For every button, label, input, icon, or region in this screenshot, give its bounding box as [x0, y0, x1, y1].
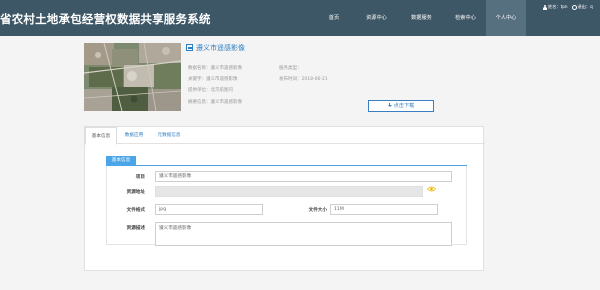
- top-header: 省农村土地承包经营权数据共享服务系统 首页 资源中心 数据服务 检索中心 个人中…: [0, 0, 600, 36]
- meta-keywords: 关键字：遵义市遥感影像: [188, 77, 238, 82]
- download-button[interactable]: 点击下载: [368, 100, 434, 112]
- resource-title: 遵义市遥感影像: [196, 44, 245, 52]
- tab-data-application[interactable]: 数据应用: [121, 127, 147, 144]
- user-name[interactable]: 姓名：tpn: [548, 4, 568, 10]
- project-label: 项目: [135, 175, 145, 180]
- size-label: 文件大小: [308, 208, 327, 213]
- description-label: 资源描述: [126, 226, 145, 231]
- meta-provider: 提供单位：北京航图司: [188, 88, 233, 93]
- satellite-image: [84, 43, 181, 111]
- meta-publish-time: 发布时间：2018-06-21: [279, 77, 328, 82]
- download-label: 点击下载: [393, 103, 415, 109]
- power-icon[interactable]: [571, 4, 577, 10]
- section-badge: 基本信息: [106, 156, 136, 165]
- address-label: 资源地址: [126, 190, 145, 195]
- tab-bar: 基本信息 数据应用 元数据信息: [85, 127, 485, 145]
- nav-data-service[interactable]: 数据服务: [403, 0, 440, 36]
- image-icon: [186, 44, 193, 51]
- resource-thumbnail[interactable]: [84, 43, 181, 111]
- meta-data-name: 数据名称：遵义市遥感影像: [188, 66, 242, 71]
- tab-metadata[interactable]: 元数据信息: [153, 127, 185, 144]
- tab-basic-info[interactable]: 基本信息: [85, 127, 117, 145]
- project-field[interactable]: 遵义市遥感影像: [155, 171, 452, 182]
- size-field[interactable]: 11M: [330, 204, 438, 215]
- nav-resource-center[interactable]: 资源中心: [358, 0, 395, 36]
- logout-link[interactable]: 退出：q: [578, 4, 593, 10]
- description-field[interactable]: 遵义市遥感影像: [155, 222, 452, 246]
- nav-home[interactable]: 首页: [319, 0, 349, 36]
- detail-panel: 基本信息 数据应用 元数据信息 基本信息 项目 遵义市遥感影像 资源地址 文件格…: [84, 126, 485, 271]
- meta-note: 摘要信息：遵义市遥感影像: [188, 100, 242, 105]
- meta-service-type: 服务类型：: [279, 66, 302, 71]
- download-arrow-icon: [387, 102, 392, 108]
- format-field[interactable]: jpg: [155, 204, 263, 215]
- nav-search-center[interactable]: 检索中心: [447, 0, 484, 36]
- site-title: 省农村土地承包经营权数据共享服务系统: [0, 12, 211, 26]
- nav-personal-center[interactable]: 个人中心: [486, 0, 526, 36]
- user-icon: [542, 4, 547, 10]
- address-field[interactable]: [155, 186, 423, 197]
- eye-icon[interactable]: [427, 186, 436, 192]
- user-box: 姓名：tpn 退出：q: [542, 4, 593, 10]
- format-label: 文件格式: [126, 208, 145, 213]
